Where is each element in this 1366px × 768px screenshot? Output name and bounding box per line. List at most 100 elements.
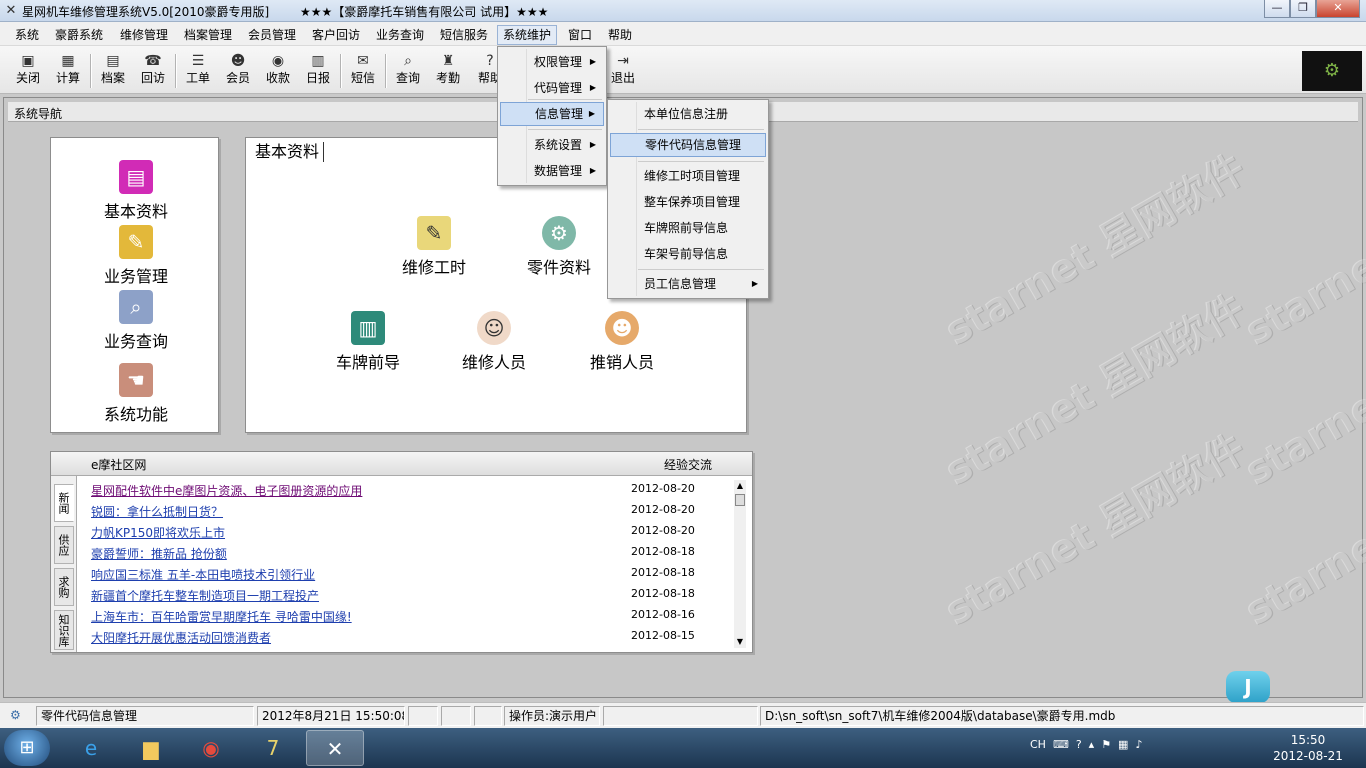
status-database-path: D:\sn_soft\sn_soft7\机车维修2004版\database\豪…: [760, 706, 1364, 726]
tab-supply[interactable]: 供应: [54, 526, 74, 564]
menu-business-query[interactable]: 业务查询: [371, 25, 429, 45]
news-scrollbar[interactable]: ▲ ▼: [734, 480, 746, 648]
item-parts-data[interactable]: ⚙ 零件资料: [519, 216, 599, 278]
toolbar-payment-button[interactable]: ◉ 收款: [260, 50, 296, 92]
menu-customer-revisit[interactable]: 客户回访: [307, 25, 365, 45]
menu-code-management[interactable]: 代码管理 ▶: [500, 76, 604, 100]
news-link[interactable]: 新疆首个摩托车整车制造项目一期工程投产: [91, 587, 319, 604]
toolbar-sms-button[interactable]: ✉ 短信: [345, 50, 381, 92]
toolbar-archive-button[interactable]: ▤ 档案: [95, 50, 131, 92]
volume-icon[interactable]: ♪: [1132, 738, 1142, 751]
start-button[interactable]: ⊞: [4, 730, 50, 766]
menu-help[interactable]: 帮助: [603, 25, 637, 45]
network-icon[interactable]: ▦: [1115, 738, 1128, 751]
toolbar-attendance-button[interactable]: ♜ 考勤: [430, 50, 466, 92]
item-repair-staff[interactable]: ☺ 维修人员: [454, 311, 534, 373]
menu-parts-code-management[interactable]: 零件代码信息管理: [610, 133, 766, 157]
tab-knowledge-base[interactable]: 知识库: [54, 610, 74, 650]
taskbar-ie-button[interactable]: e: [62, 730, 120, 766]
news-link[interactable]: 上海车市：百年哈雷赏早期摩托车 寻哈雷中国缘!: [91, 608, 352, 625]
revisit-icon: ☎: [144, 53, 162, 69]
maximize-button[interactable]: ❐: [1290, 0, 1316, 18]
work-order-icon: ☰: [191, 53, 205, 69]
news-link[interactable]: 星网配件软件中e摩图片资源、电子图册资源的应用: [91, 482, 362, 499]
nav-business-query[interactable]: ⌕ 业务查询: [91, 290, 181, 352]
news-link[interactable]: 大阳摩托开展优惠活动回馈消费者: [91, 629, 271, 646]
menu-permission-management[interactable]: 权限管理 ▶: [500, 50, 604, 74]
taskbar-repair-system-button[interactable]: ✕: [306, 730, 364, 766]
security-icon[interactable]: ⚑: [1098, 738, 1111, 751]
clock-date: 2012-08-21: [1273, 749, 1343, 763]
menu-vehicle-maintenance-management[interactable]: 整车保养项目管理: [610, 190, 766, 214]
tab-purchase[interactable]: 求购: [54, 568, 74, 606]
toolbar-member-button[interactable]: ☻ 会员: [220, 50, 256, 92]
taskbar-7zip-button[interactable]: 7: [244, 730, 302, 766]
tray-expand-icon[interactable]: ▴: [1085, 738, 1095, 751]
keyboard-icon[interactable]: ⌨: [1049, 738, 1069, 751]
menu-sms-service[interactable]: 短信服务: [435, 25, 493, 45]
toolbar-revisit-button[interactable]: ☎ 回访: [135, 50, 171, 92]
item-plate-prefix[interactable]: ▥ 车牌前导: [328, 311, 408, 373]
news-date: 2012-08-20: [631, 524, 695, 537]
status-bar: ⚙ 零件代码信息管理 2012年8月21日 15:50:08 操作员:演示用户 …: [0, 702, 1366, 728]
news-row: 新疆首个摩托车整车制造项目一期工程投产 2012-08-18: [91, 585, 731, 606]
scroll-thumb[interactable]: [735, 494, 745, 506]
news-row: 锐圆：拿什么抵制日货？ 2012-08-20: [91, 501, 731, 522]
news-link[interactable]: 豪爵誓师：推新品 抢份额: [91, 545, 227, 562]
menu-information-management[interactable]: 信息管理 ▶: [500, 102, 604, 126]
window-controls: — ❐ ✕: [1264, 0, 1360, 18]
toolbar-exit-button[interactable]: ⇥ 退出: [605, 50, 641, 92]
scroll-up-icon[interactable]: ▲: [734, 480, 746, 492]
taskbar-explorer-button[interactable]: ▆: [122, 730, 180, 766]
brand-logo-icon: ⚙: [1302, 51, 1362, 91]
menu-frame-number-prefix[interactable]: 车架号前导信息: [610, 242, 766, 266]
news-link[interactable]: 响应国三标准 五羊-本田电喷技术引领行业: [91, 566, 315, 583]
menu-system-settings[interactable]: 系统设置 ▶: [500, 133, 604, 157]
nav-business-management[interactable]: ✎ 业务管理: [91, 225, 181, 287]
menu-license-plate-prefix[interactable]: 车牌照前导信息: [610, 216, 766, 240]
taskbar: ⊞ e ▆ ◉ 7 ✕ CH ⌨ ? ▴ ⚑ ▦ ♪ 15:50 2012-08…: [0, 728, 1366, 768]
toolbar-separator: [340, 54, 342, 88]
news-link[interactable]: 锐圆：拿什么抵制日货？: [91, 503, 223, 520]
help-circle-icon[interactable]: ?: [1072, 738, 1082, 751]
news-date: 2012-08-20: [631, 482, 695, 495]
nav-system-functions[interactable]: ☚ 系统功能: [91, 363, 181, 425]
menu-member-management[interactable]: 会员管理: [243, 25, 301, 45]
news-link[interactable]: 力帆KP150即将欢乐上市: [91, 524, 225, 541]
toolbar-work-order-button[interactable]: ☰ 工单: [180, 50, 216, 92]
news-panel: e摩社区网 经验交流 新闻 供应 求购 知识库 星网配件软件中e摩图片资源、电子…: [50, 451, 753, 653]
menu-employee-management[interactable]: 员工信息管理 ▶: [610, 272, 766, 296]
menu-company-registration[interactable]: 本单位信息注册: [610, 102, 766, 126]
item-sales-staff[interactable]: ☻ 推销人员: [582, 311, 662, 373]
menu-system-maintenance[interactable]: 系统维护: [497, 25, 558, 45]
taskbar-chrome-button[interactable]: ◉: [182, 730, 240, 766]
internet-explorer-icon: e: [84, 736, 98, 760]
menu-system[interactable]: 系统: [10, 25, 44, 45]
floating-assistant-button[interactable]: J: [1226, 671, 1270, 703]
menu-repair-management[interactable]: 维修管理: [115, 25, 173, 45]
toolbar-calculator-button[interactable]: ▦ 计算: [50, 50, 86, 92]
nav-basic-data[interactable]: ▤ 基本资料: [91, 160, 181, 222]
scroll-down-icon[interactable]: ▼: [734, 636, 746, 648]
taskbar-clock[interactable]: 15:50 2012-08-21: [1268, 732, 1348, 764]
news-source-label[interactable]: e摩社区网: [91, 456, 146, 473]
toolbar-daily-report-button[interactable]: ▥ 日报: [300, 50, 336, 92]
menu-window[interactable]: 窗口: [563, 25, 597, 45]
tab-news[interactable]: 新闻: [54, 484, 74, 522]
input-language[interactable]: CH: [1030, 738, 1046, 751]
title-bar: ✕ 星网机车维修管理系统V5.0[2010豪爵专用版] ★★★【豪爵摩托车销售有…: [0, 0, 1366, 22]
toolbar-query-button[interactable]: ⌕ 查询: [390, 50, 426, 92]
menu-data-management[interactable]: 数据管理 ▶: [500, 159, 604, 183]
toolbar-close-button[interactable]: ▣ 关闭: [10, 50, 46, 92]
menu-haojue-system[interactable]: 豪爵系统: [50, 25, 108, 45]
news-date: 2012-08-20: [631, 503, 695, 516]
system-maintenance-menu: 权限管理 ▶ 代码管理 ▶ 信息管理 ▶ 系统设置 ▶ 数据管理 ▶: [497, 46, 607, 186]
menu-archive-management[interactable]: 档案管理: [179, 25, 237, 45]
menu-labor-hour-management[interactable]: 维修工时项目管理: [610, 164, 766, 188]
close-button[interactable]: ✕: [1316, 0, 1360, 18]
toolbar-separator: [385, 54, 387, 88]
minimize-button[interactable]: —: [1264, 0, 1290, 18]
item-repair-hours[interactable]: ✎ 维修工时: [394, 216, 474, 278]
menu-separator: [638, 161, 764, 162]
experience-exchange-label[interactable]: 经验交流: [664, 456, 712, 473]
